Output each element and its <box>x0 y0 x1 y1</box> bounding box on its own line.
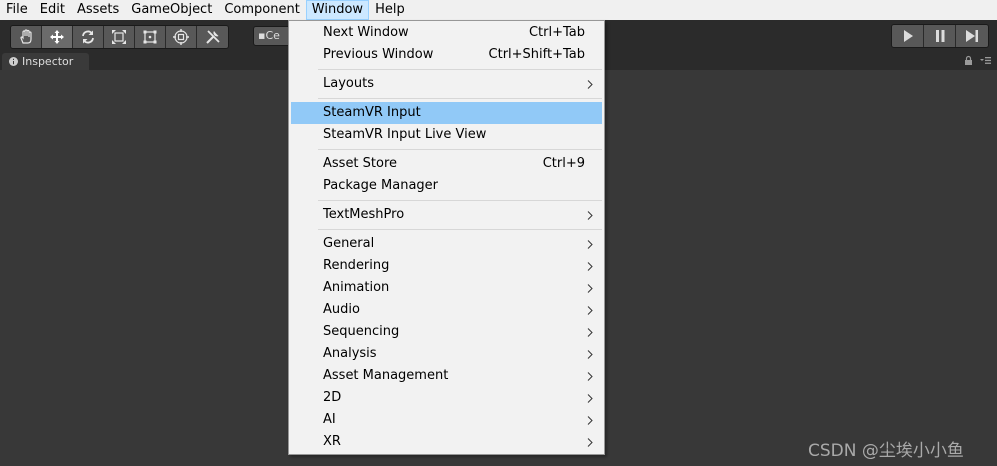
menu-item-label: XR <box>323 434 341 449</box>
menu-separator <box>318 149 602 150</box>
menu-item-label: SteamVR Input <box>323 105 421 120</box>
custom-tool-button[interactable] <box>197 26 228 48</box>
window-menu-dropdown: Next Window Ctrl+Tab Previous Window Ctr… <box>288 20 605 455</box>
play-icon <box>903 30 913 42</box>
scale-tool-icon <box>112 30 126 44</box>
menu-item-label: Analysis <box>323 346 377 361</box>
pause-icon <box>935 30 944 42</box>
tab-icons <box>963 55 991 66</box>
menu-item-label: Next Window <box>323 25 409 40</box>
chevron-right-icon <box>587 262 593 271</box>
menu-item-label: SteamVR Input Live View <box>323 127 487 142</box>
menu-item-animation[interactable]: Animation <box>291 277 602 299</box>
menu-item-shortcut: Ctrl+Tab <box>528 25 585 40</box>
chevron-right-icon <box>587 240 593 249</box>
rotate-tool-button[interactable] <box>73 26 104 48</box>
chevron-right-icon <box>587 284 593 293</box>
menu-item-general[interactable]: General <box>291 233 602 255</box>
menu-item-label: Animation <box>323 280 390 295</box>
lock-icon[interactable] <box>963 55 974 66</box>
tab-menu-icon[interactable] <box>980 55 991 66</box>
menu-separator <box>318 98 602 99</box>
hand-tool-button[interactable] <box>11 26 42 48</box>
tab-inspector-label: Inspector <box>22 55 74 68</box>
chevron-right-icon <box>587 394 593 403</box>
menu-item-label: Asset Management <box>323 368 449 383</box>
menu-item-layouts[interactable]: Layouts <box>291 73 602 95</box>
chevron-right-icon <box>587 328 593 337</box>
menu-item-ai[interactable]: AI <box>291 409 602 431</box>
menu-item-previous-window[interactable]: Previous Window Ctrl+Shift+Tab <box>291 44 602 66</box>
menu-item-label: Sequencing <box>323 324 400 339</box>
menu-item-textmeshpro[interactable]: TextMeshPro <box>291 204 602 226</box>
menu-item-steamvr-input-live-view[interactable]: SteamVR Input Live View <box>291 124 602 146</box>
menu-window[interactable]: Window <box>305 0 370 20</box>
chevron-right-icon <box>587 80 593 89</box>
menu-help[interactable]: Help <box>369 0 411 20</box>
menu-item-label: Rendering <box>323 258 390 273</box>
play-button[interactable] <box>892 25 924 47</box>
chevron-right-icon <box>587 211 593 220</box>
move-tool-button[interactable] <box>42 26 73 48</box>
menu-item-shortcut: Ctrl+9 <box>542 156 585 171</box>
menu-item-label: Layouts <box>323 76 374 91</box>
chevron-right-icon <box>587 306 593 315</box>
menu-file[interactable]: File <box>0 0 34 20</box>
scale-tool-button[interactable] <box>104 26 135 48</box>
menu-separator <box>318 229 602 230</box>
transform-tool-button[interactable] <box>166 26 197 48</box>
rect-tool-icon <box>143 30 157 44</box>
menu-bar: File Edit Assets GameObject Component Wi… <box>0 0 997 20</box>
menu-item-label: 2D <box>323 390 342 405</box>
move-tool-icon <box>50 30 64 44</box>
menu-item-rendering[interactable]: Rendering <box>291 255 602 277</box>
menu-separator <box>318 200 602 201</box>
menu-item-label: AI <box>323 412 336 427</box>
menu-gameobject[interactable]: GameObject <box>125 0 218 20</box>
rect-tool-button[interactable] <box>135 26 166 48</box>
menu-item-asset-management[interactable]: Asset Management <box>291 365 602 387</box>
menu-item-analysis[interactable]: Analysis <box>291 343 602 365</box>
chevron-right-icon <box>587 438 593 447</box>
menu-item-steamvr-input[interactable]: SteamVR Input <box>291 102 602 124</box>
menu-item-package-manager[interactable]: Package Manager <box>291 175 602 197</box>
menu-item-audio[interactable]: Audio <box>291 299 602 321</box>
transform-tools <box>10 25 229 49</box>
transform-tool-icon <box>173 29 189 45</box>
pivot-label: Ce <box>265 29 280 42</box>
chevron-right-icon <box>587 416 593 425</box>
pivot-center-toggle[interactable]: ▪Ce <box>253 26 293 46</box>
step-button[interactable] <box>956 25 988 47</box>
rotate-tool-icon <box>82 30 94 44</box>
menu-item-label: Audio <box>323 302 360 317</box>
step-icon <box>966 30 978 42</box>
pause-button[interactable] <box>924 25 956 47</box>
tab-inspector[interactable]: Inspector <box>2 53 89 70</box>
menu-item-sequencing[interactable]: Sequencing <box>291 321 602 343</box>
menu-item-label: TextMeshPro <box>323 207 405 222</box>
menu-item-asset-store[interactable]: Asset Store Ctrl+9 <box>291 153 602 175</box>
info-icon <box>9 57 18 66</box>
menu-item-label: Asset Store <box>323 156 398 171</box>
menu-item-xr[interactable]: XR <box>291 431 602 453</box>
menu-assets[interactable]: Assets <box>71 0 125 20</box>
menu-item-label: Package Manager <box>323 178 439 193</box>
menu-item-next-window[interactable]: Next Window Ctrl+Tab <box>291 22 602 44</box>
chevron-right-icon <box>587 372 593 381</box>
menu-item-label: Previous Window <box>323 47 434 62</box>
menu-item-label: General <box>323 236 375 251</box>
custom-tool-icon <box>205 30 220 44</box>
menu-component[interactable]: Component <box>218 0 305 20</box>
menu-separator <box>318 69 602 70</box>
menu-item-2d[interactable]: 2D <box>291 387 602 409</box>
playback-controls <box>891 24 989 48</box>
menu-edit[interactable]: Edit <box>34 0 71 20</box>
menu-item-shortcut: Ctrl+Shift+Tab <box>488 47 585 62</box>
hand-tool-icon <box>20 29 32 44</box>
chevron-right-icon <box>587 350 593 359</box>
watermark: CSDN @尘埃小小鱼 <box>808 441 964 461</box>
